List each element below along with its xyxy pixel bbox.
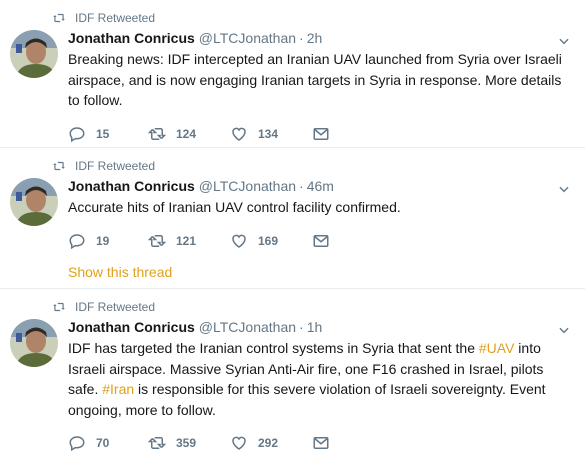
retweet-icon [148, 234, 166, 247]
direct-message-icon [313, 127, 329, 140]
tweet-text: Breaking news: IDF intercepted an Irania… [68, 51, 562, 108]
like-icon [232, 436, 246, 450]
retweet-context: IDF Retweeted [52, 157, 575, 175]
tweet[interactable]: IDF Retweeted Jonathan Conricus @LTCJona… [0, 148, 585, 289]
hashtag-link[interactable]: #UAV [479, 340, 515, 356]
reply-icon [69, 233, 85, 249]
tweet-text-part: IDF has targeted the Iranian control sys… [68, 340, 479, 356]
tweet[interactable]: IDF Retweeted Jonathan Conricus @LTCJona… [0, 0, 585, 148]
avatar-image [10, 30, 58, 78]
chevron-down-icon[interactable] [557, 323, 571, 337]
show-thread-link[interactable]: Show this thread [68, 264, 575, 286]
author-name[interactable]: Jonathan Conricus [68, 175, 195, 197]
separator: · [299, 30, 304, 46]
separator: · [299, 319, 304, 335]
avatar-image [10, 178, 58, 226]
reply-icon [69, 436, 85, 452]
like-count: 134 [258, 126, 279, 141]
like-icon [232, 234, 246, 248]
retweet-context: IDF Retweeted [52, 9, 575, 27]
retweet-icon [53, 161, 65, 171]
reply-icon [69, 126, 85, 142]
direct-message-icon [313, 234, 329, 247]
retweet-context: IDF Retweeted [52, 298, 575, 316]
author-handle[interactable]: @LTCJonathan [199, 27, 296, 49]
tweet-text: Accurate hits of Iranian UAV control fac… [68, 199, 401, 215]
retweeted-by-label: IDF Retweeted [75, 300, 156, 314]
reply-count: 70 [96, 436, 110, 450]
like-count: 292 [258, 436, 279, 450]
tweet[interactable]: IDF Retweeted Jonathan Conricus @LTCJona… [0, 289, 585, 453]
reply-button[interactable]: 70 [68, 434, 148, 452]
avatar[interactable] [10, 30, 58, 78]
retweeted-by-label: IDF Retweeted [75, 11, 156, 25]
chevron-down-icon[interactable] [557, 182, 571, 196]
timestamp[interactable]: 46m [307, 175, 334, 197]
reply-count: 19 [96, 233, 110, 248]
direct-message-button[interactable] [312, 232, 330, 250]
tweet-actions: 15 124 134 [68, 119, 575, 149]
retweet-count: 121 [176, 233, 197, 248]
retweet-icon [53, 13, 65, 23]
chevron-down-icon[interactable] [557, 34, 571, 48]
like-button[interactable]: 169 [230, 232, 312, 250]
reply-button[interactable]: 15 [68, 125, 148, 143]
tweet-actions: 70 359 292 [68, 428, 575, 458]
like-button[interactable]: 134 [230, 125, 312, 143]
author-handle[interactable]: @LTCJonathan [199, 175, 296, 197]
author-name[interactable]: Jonathan Conricus [68, 316, 195, 338]
direct-message-button[interactable] [312, 125, 330, 143]
avatar[interactable] [10, 319, 58, 367]
retweet-icon [148, 437, 166, 449]
retweet-icon [53, 302, 65, 312]
tweet-header: Jonathan Conricus @LTCJonathan · 1h [68, 316, 575, 338]
tweet-actions: 19 121 169 [68, 226, 575, 256]
avatar-image [10, 319, 58, 367]
retweet-count: 359 [176, 436, 197, 450]
timestamp[interactable]: 1h [307, 316, 323, 338]
separator: · [299, 178, 304, 194]
reply-button[interactable]: 19 [68, 232, 148, 250]
author-name[interactable]: Jonathan Conricus [68, 27, 195, 49]
tweet-header: Jonathan Conricus @LTCJonathan · 2h [68, 27, 575, 49]
hashtag-link[interactable]: #Iran [102, 381, 134, 397]
retweet-button[interactable]: 124 [148, 125, 230, 143]
retweet-count: 124 [176, 126, 197, 141]
reply-count: 15 [96, 126, 110, 141]
retweet-button[interactable]: 359 [148, 434, 230, 452]
retweet-icon [148, 127, 166, 140]
like-count: 169 [258, 233, 279, 248]
tweet-text: IDF has targeted the Iranian control sys… [68, 338, 567, 420]
direct-message-button[interactable] [312, 434, 330, 452]
avatar[interactable] [10, 178, 58, 226]
tweet-header: Jonathan Conricus @LTCJonathan · 46m [68, 175, 575, 197]
like-icon [232, 127, 246, 141]
timestamp[interactable]: 2h [307, 27, 323, 49]
retweeted-by-label: IDF Retweeted [75, 159, 156, 173]
retweet-button[interactable]: 121 [148, 232, 230, 250]
author-handle[interactable]: @LTCJonathan [199, 316, 296, 338]
like-button[interactable]: 292 [230, 434, 312, 452]
direct-message-icon [313, 437, 329, 449]
tweet-text-part: is responsible for this severe violation… [68, 381, 546, 418]
